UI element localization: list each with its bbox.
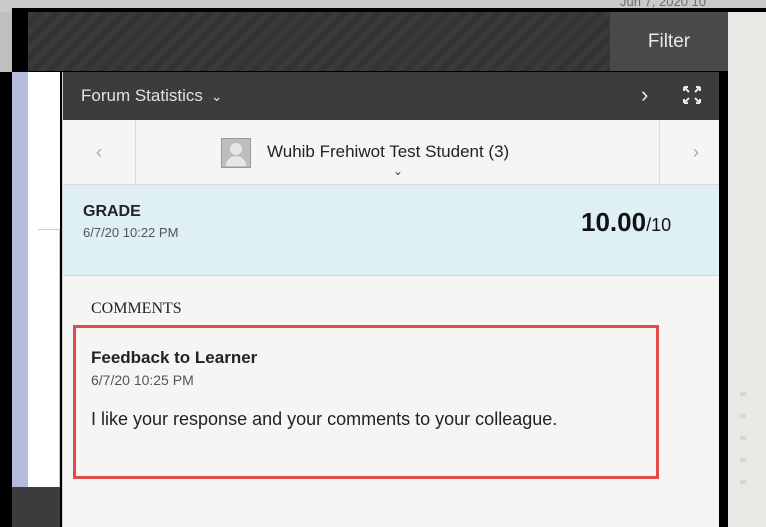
- grade-max: /10: [646, 215, 672, 235]
- grade-value: 10.00: [581, 207, 647, 237]
- right-scroll-strip[interactable]: [728, 12, 766, 527]
- left-content-area: [28, 72, 60, 527]
- next-student-button[interactable]: ›: [659, 120, 732, 184]
- chevron-down-icon[interactable]: ⌄: [393, 164, 403, 178]
- content-divider: [38, 229, 60, 230]
- comment-card: Feedback to Learner 6/7/20 10:25 PM I li…: [73, 325, 659, 479]
- left-frame-edge: [0, 72, 12, 527]
- student-name[interactable]: Wuhib Frehiwot Test Student (3): [267, 142, 509, 162]
- forum-statistics-bar[interactable]: Forum Statistics ⌄ ›: [63, 72, 719, 120]
- grade-box: GRADE 6/7/20 10:22 PM 10.00/10: [63, 185, 719, 276]
- avatar: [221, 138, 251, 168]
- next-arrow-icon[interactable]: ›: [641, 82, 648, 108]
- grade-score[interactable]: 10.00/10: [581, 207, 671, 238]
- expand-icon[interactable]: [683, 86, 701, 104]
- content-border: [59, 229, 60, 527]
- filter-button[interactable]: Filter: [610, 12, 728, 71]
- comments-label: COMMENTS: [91, 300, 182, 317]
- grade-date: 6/7/20 10:22 PM: [83, 225, 179, 240]
- bottom-bar: [12, 487, 60, 527]
- grading-panel: Forum Statistics ⌄ › ‹ Wuhib Frehiwot Te…: [62, 72, 719, 527]
- scroll-dots: [740, 392, 746, 502]
- student-navigation: ‹ Wuhib Frehiwot Test Student (3) ⌄ ›: [63, 120, 719, 185]
- grade-label: GRADE: [83, 203, 141, 220]
- comment-title: Feedback to Learner: [91, 348, 258, 367]
- previous-student-button[interactable]: ‹: [63, 120, 136, 184]
- forum-statistics-title[interactable]: Forum Statistics: [81, 86, 203, 106]
- chevron-down-icon[interactable]: ⌄: [211, 88, 223, 105]
- comment-date: 6/7/20 10:25 PM: [91, 372, 194, 388]
- comment-text: I like your response and your comments t…: [91, 409, 558, 429]
